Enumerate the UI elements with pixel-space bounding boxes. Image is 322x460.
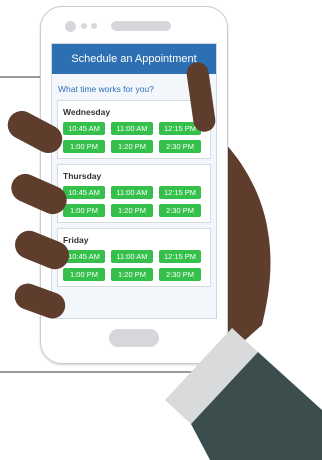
finger-shape <box>15 230 69 270</box>
illustration-scene: Schedule an Appointment What time works … <box>0 0 322 460</box>
finger-shape <box>11 173 67 215</box>
finger-shape <box>14 283 66 319</box>
thumb-shape <box>186 62 216 132</box>
hand-foreground <box>7 62 322 460</box>
finger-shape <box>7 110 63 154</box>
